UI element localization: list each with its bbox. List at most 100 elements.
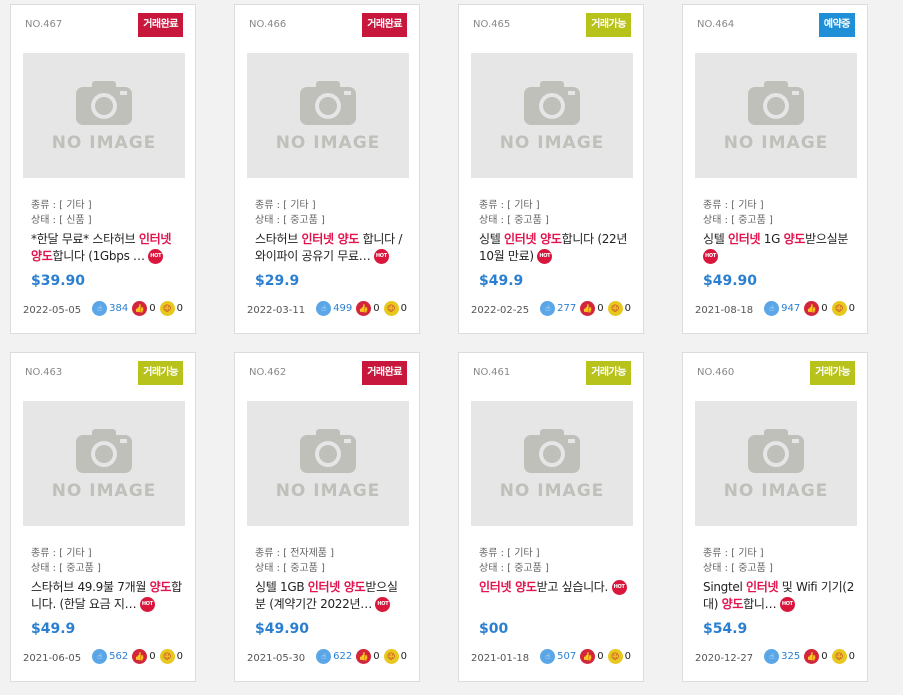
likes-count: 0 xyxy=(373,303,380,314)
emo-stat: ☺ 0 xyxy=(383,649,407,664)
title-highlight: 양도 xyxy=(149,580,172,594)
no-image-label: NO IMAGE xyxy=(723,481,829,501)
likes-stat: 👍 0 xyxy=(132,301,156,316)
listing-card[interactable]: NO.463 거래가능 NO IMAGE 종류 : [ 기타 ] 상태 : [ 중고품 … xyxy=(10,352,196,682)
views-count: 325 xyxy=(781,651,801,662)
emo-stat: ☺ 0 xyxy=(607,649,631,664)
listing-title[interactable]: 인터넷 양도받고 싶습니다. HOT xyxy=(479,579,631,596)
price: $49.90 xyxy=(703,273,758,289)
listing-title[interactable]: *한달 무료* 스타허브 인터넷 양도합니다 (1Gbps … HOT xyxy=(31,231,183,265)
price: $29.9 xyxy=(255,273,300,289)
thumbs-up-icon: 👍 xyxy=(804,301,820,316)
status-badge: 거래가능 xyxy=(810,361,855,385)
likes-stat: 👍 0 xyxy=(580,301,604,316)
no-image-label: NO IMAGE xyxy=(499,481,605,501)
thumbnail-placeholder[interactable]: NO IMAGE xyxy=(247,53,409,178)
thumb-pointer-icon: ☝ xyxy=(540,649,556,664)
listing-card[interactable]: NO.466 거래완료 NO IMAGE 종류 : [ 기타 ] 상태 : [ 중고품 … xyxy=(234,4,420,334)
listing-title[interactable]: 싱텔 인터넷 1G 양도받으실분 HOT xyxy=(703,231,855,265)
listing-title[interactable]: 싱텔 인터넷 양도합니다 (22년 10월 만료) HOT xyxy=(479,231,631,265)
smiley-icon: ☺ xyxy=(607,301,623,316)
listing-title[interactable]: Singtel 인터넷 및 Wifi 기기(2대) 양도합니… HOT xyxy=(703,579,855,613)
post-date: 2021-08-18 xyxy=(695,305,754,316)
views-stat: ☝ 562 xyxy=(92,649,128,664)
condition-label: 상태 : [ 중고품 ] xyxy=(479,215,549,226)
likes-stat: 👍 0 xyxy=(580,649,604,664)
no-image-label: NO IMAGE xyxy=(275,481,381,501)
title-text: 스타허브 49.9불 7개월 xyxy=(31,580,150,594)
thumbs-up-icon: 👍 xyxy=(580,301,596,316)
status-badge: 예약중 xyxy=(818,13,855,37)
title-text: 스타허브 xyxy=(255,232,302,246)
listing-card[interactable]: NO.460 거래가능 NO IMAGE 종류 : [ 기타 ] 상태 : [ 중고품 … xyxy=(682,352,868,682)
thumbnail-placeholder[interactable]: NO IMAGE xyxy=(695,53,857,178)
camera-icon xyxy=(746,79,806,131)
views-count: 384 xyxy=(109,303,129,314)
smiley-icon: ☺ xyxy=(159,301,175,316)
price: $54.9 xyxy=(703,621,748,637)
title-highlight: 양도 xyxy=(783,232,806,246)
likes-count: 0 xyxy=(821,303,828,314)
thumbs-up-icon: 👍 xyxy=(132,649,148,664)
thumb-pointer-icon: ☝ xyxy=(316,301,332,316)
listing-card[interactable]: NO.462 거래완료 NO IMAGE 종류 : [ 전자제품 ] 상태 : [ 중고… xyxy=(234,352,420,682)
type-label: 종류 : [ 기타 ] xyxy=(31,548,92,559)
camera-icon xyxy=(74,427,134,479)
stats-bar: ☝ 384 👍 0 ☺ 0 xyxy=(88,301,183,316)
condition-label: 상태 : [ 중고품 ] xyxy=(31,563,101,574)
emo-stat: ☺ 0 xyxy=(159,301,183,316)
views-count: 947 xyxy=(781,303,801,314)
views-count: 622 xyxy=(333,651,353,662)
post-date: 2021-05-30 xyxy=(247,653,306,664)
stats-bar: ☝ 507 👍 0 ☺ 0 xyxy=(536,649,631,664)
post-date: 2021-06-05 xyxy=(23,653,82,664)
views-count: 499 xyxy=(333,303,353,314)
thumbnail-placeholder[interactable]: NO IMAGE xyxy=(695,401,857,526)
hot-icon: HOT xyxy=(703,249,718,264)
price: $49.9 xyxy=(31,621,76,637)
title-text: 1G xyxy=(760,232,784,246)
emo-count: 0 xyxy=(400,651,407,662)
thumbnail-placeholder[interactable]: NO IMAGE xyxy=(23,401,185,526)
listing-number: NO.467 xyxy=(25,19,63,30)
listing-number: NO.463 xyxy=(25,367,63,378)
price: $39.90 xyxy=(31,273,86,289)
title-text: Singtel xyxy=(703,580,747,594)
title-text: *한달 무료* 스타허브 xyxy=(31,232,139,246)
stats-bar: ☝ 562 👍 0 ☺ 0 xyxy=(88,649,183,664)
stats-bar: ☝ 947 👍 0 ☺ 0 xyxy=(760,301,855,316)
listing-card[interactable]: NO.465 거래가능 NO IMAGE 종류 : [ 기타 ] 상태 : [ 중고품 … xyxy=(458,4,644,334)
thumb-pointer-icon: ☝ xyxy=(540,301,556,316)
type-label: 종류 : [ 기타 ] xyxy=(255,200,316,211)
thumbnail-placeholder[interactable]: NO IMAGE xyxy=(247,401,409,526)
listing-title[interactable]: 싱텔 1GB 인터넷 양도받으실 분 (계약기간 2022년… HOT xyxy=(255,579,407,613)
listing-card[interactable]: NO.461 거래가능 NO IMAGE 종류 : [ 기타 ] 상태 : [ 중고품 … xyxy=(458,352,644,682)
no-image-label: NO IMAGE xyxy=(51,133,157,153)
stats-bar: ☝ 499 👍 0 ☺ 0 xyxy=(312,301,407,316)
thumbnail-placeholder[interactable]: NO IMAGE xyxy=(471,53,633,178)
views-stat: ☝ 947 xyxy=(764,301,800,316)
thumb-pointer-icon: ☝ xyxy=(764,649,780,664)
likes-stat: 👍 0 xyxy=(804,649,828,664)
no-image-label: NO IMAGE xyxy=(723,133,829,153)
likes-count: 0 xyxy=(149,303,156,314)
listing-card[interactable]: NO.467 거래완료 NO IMAGE 종류 : [ 기타 ] 상태 : [ 신품 ]… xyxy=(10,4,196,334)
no-image-label: NO IMAGE xyxy=(499,133,605,153)
listing-number: NO.466 xyxy=(249,19,287,30)
emo-stat: ☺ 0 xyxy=(383,301,407,316)
thumbnail-placeholder[interactable]: NO IMAGE xyxy=(471,401,633,526)
condition-label: 상태 : [ 중고품 ] xyxy=(479,563,549,574)
likes-count: 0 xyxy=(373,651,380,662)
price: $00 xyxy=(479,621,509,637)
likes-stat: 👍 0 xyxy=(356,649,380,664)
thumb-pointer-icon: ☝ xyxy=(316,649,332,664)
type-label: 종류 : [ 기타 ] xyxy=(479,200,540,211)
title-highlight: 인터넷 양도 xyxy=(504,232,562,246)
hot-icon: HOT xyxy=(375,597,391,612)
status-badge: 거래완료 xyxy=(362,361,407,385)
listing-title[interactable]: 스타허브 인터넷 양도 합니다 / 와이파이 공유기 무료… HOT xyxy=(255,231,407,265)
listing-title[interactable]: 스타허브 49.9불 7개월 양도합니다. (한달 요금 지… HOT xyxy=(31,579,183,613)
listing-card[interactable]: NO.464 예약중 NO IMAGE 종류 : [ 기타 ] 상태 : [ 중고품 ]… xyxy=(682,4,868,334)
thumbnail-placeholder[interactable]: NO IMAGE xyxy=(23,53,185,178)
type-label: 종류 : [ 기타 ] xyxy=(479,548,540,559)
